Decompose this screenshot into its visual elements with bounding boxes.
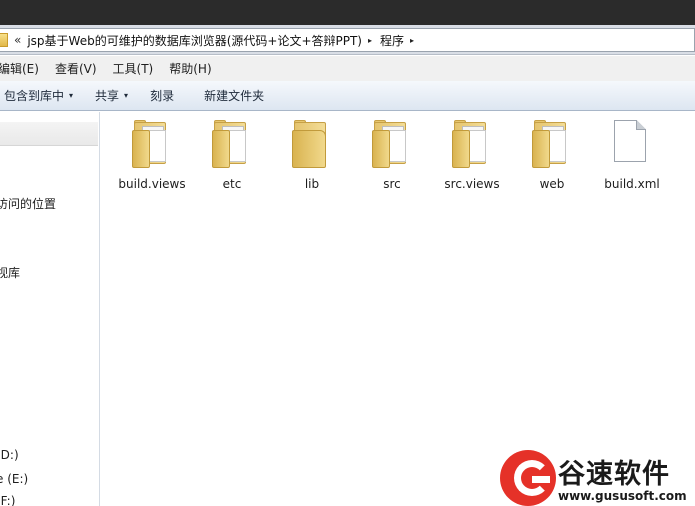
include-in-library-button[interactable]: 包含到库中 ▾ [4, 87, 73, 104]
file-name: web [539, 177, 565, 191]
share-button[interactable]: 共享 ▾ [95, 87, 128, 104]
window-title-bar [0, 0, 695, 25]
new-folder-button[interactable]: 新建文件夹 [204, 87, 264, 104]
file-item-build-views[interactable]: build.views [112, 120, 192, 210]
folder-with-files-icon [532, 120, 572, 168]
breadcrumb-arrow-icon[interactable]: ▸ [410, 36, 414, 45]
breadcrumb-segment-current[interactable]: 程序 [380, 32, 404, 49]
include-in-library-label: 包含到库中 [4, 89, 65, 103]
folder-with-files-icon [372, 120, 412, 168]
file-item-web[interactable]: web [512, 120, 592, 210]
burn-button[interactable]: 刻录 [150, 87, 174, 104]
folder-with-files-icon [452, 120, 492, 168]
file-item-build-xml[interactable]: build.xml [592, 120, 672, 210]
folder-with-files-icon [132, 120, 172, 168]
watermark-url: www.gususoft.com [558, 489, 687, 503]
share-label: 共享 [95, 89, 120, 103]
file-name: lib [304, 177, 320, 191]
watermark-title: 谷速软件 [558, 459, 670, 490]
chevron-down-icon: ▾ [69, 91, 74, 100]
breadcrumb-arrow-icon[interactable]: ▸ [368, 36, 372, 45]
nav-item-drive-e[interactable]: e (E:) [0, 472, 28, 486]
new-folder-label: 新建文件夹 [204, 89, 265, 103]
watermark-logo: 谷速软件 www.gususoft.com [496, 450, 695, 506]
menu-tools[interactable]: 工具(T) [113, 60, 154, 77]
watermark-g-logo-icon [500, 450, 556, 506]
file-item-lib[interactable]: lib [272, 120, 352, 210]
menu-help[interactable]: 帮助(H) [169, 60, 211, 77]
file-item-etc[interactable]: etc [192, 120, 272, 210]
nav-item-drive-f[interactable]: (F:) [0, 494, 15, 506]
file-item-src-views[interactable]: src.views [432, 120, 512, 210]
folder-icon [0, 33, 8, 47]
burn-label: 刻录 [150, 89, 175, 103]
file-name: src.views [444, 177, 500, 191]
file-name: src [383, 177, 401, 191]
file-name: build.xml [604, 177, 660, 191]
address-field[interactable]: « jsp基于Web的可维护的数据库浏览器(源代码+论文+答辩PPT) ▸ 程序… [0, 28, 695, 52]
breadcrumb-segment-parent[interactable]: jsp基于Web的可维护的数据库浏览器(源代码+论文+答辩PPT) [27, 32, 362, 49]
nav-item-recent-places[interactable]: 访问的位置 [0, 195, 56, 212]
chevron-down-icon: ▾ [124, 91, 129, 100]
navigation-pane: 访问的位置 视库 (D:) e (E:) (F:) [0, 112, 100, 506]
file-name: etc [222, 177, 242, 191]
nav-item-video-library[interactable]: 视库 [0, 264, 20, 281]
address-bar: « jsp基于Web的可维护的数据库浏览器(源代码+论文+答辩PPT) ▸ 程序… [0, 25, 695, 55]
folder-icon [292, 120, 332, 168]
file-name: build.views [118, 177, 186, 191]
command-toolbar: 包含到库中 ▾ 共享 ▾ 刻录 新建文件夹 [0, 81, 695, 111]
folder-with-files-icon [212, 120, 252, 168]
file-item-src[interactable]: src [352, 120, 432, 210]
file-list-view: build.views etc lib src src.views web bu… [100, 112, 695, 506]
nav-pane-header [0, 122, 98, 146]
menu-edit[interactable]: 编辑(E) [0, 60, 39, 77]
document-icon [612, 120, 652, 168]
menu-view[interactable]: 查看(V) [55, 60, 97, 77]
address-overflow-chevron[interactable]: « [14, 33, 21, 47]
menu-bar: 编辑(E) 查看(V) 工具(T) 帮助(H) [0, 56, 695, 81]
nav-item-drive-d[interactable]: (D:) [0, 448, 19, 462]
